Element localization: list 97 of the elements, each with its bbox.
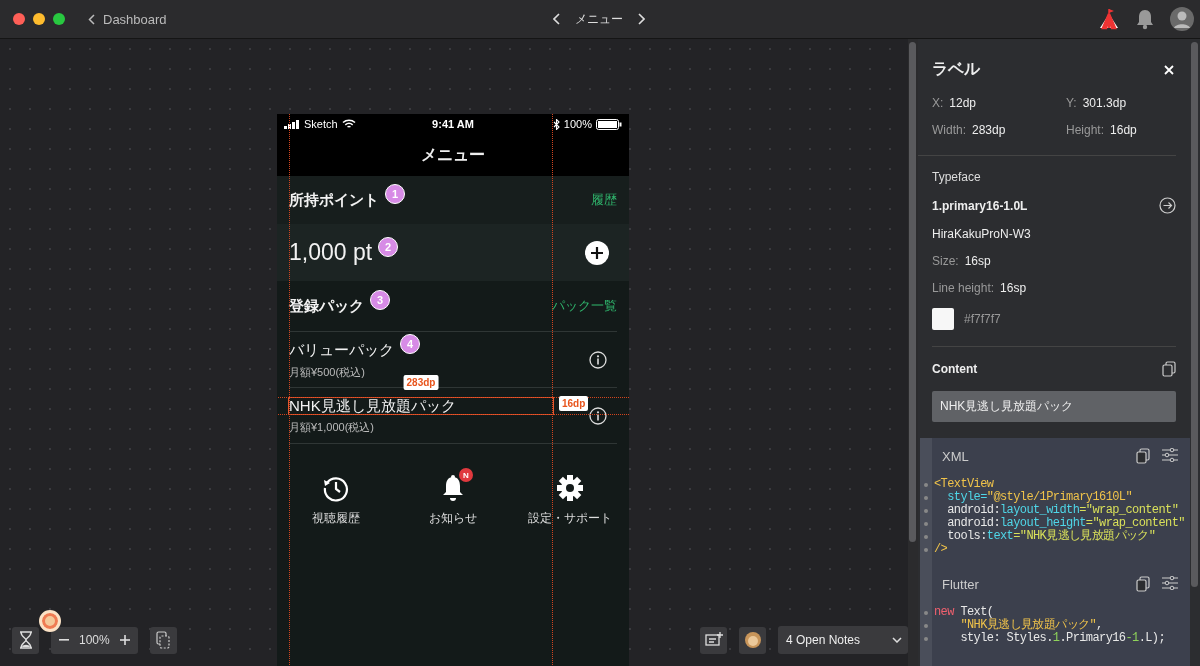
step-marker: 3 [370,290,390,310]
section-link[interactable]: パック一覧 [552,297,617,315]
avatar-button[interactable] [739,626,766,654]
tent-icon[interactable] [1098,8,1120,30]
zoom-window-button[interactable] [53,13,65,25]
close-icon[interactable] [1164,64,1174,75]
code-line: style: Styles.1.Primary16-1.L); [959,632,1166,645]
settings-icon[interactable] [556,474,585,502]
signal-icon [284,119,300,129]
panel-title: ラベル [932,59,980,79]
property-label: Height: [1066,123,1105,137]
bell-icon[interactable] [441,474,465,502]
content-field[interactable]: NHK見逃し見放題パック [932,391,1176,422]
code-line: <TextView [934,478,994,491]
code-line: tools:text="NHK見逃し見放題パック" [947,530,1156,543]
step-marker: 2 [378,236,399,257]
scrollbar-thumb[interactable] [909,42,916,542]
wifi-icon [341,119,356,129]
code-line: style="@style/1Primary1610L" [946,491,1133,504]
code-line: new Text( [934,606,994,619]
record-badge-icon [39,610,61,632]
font-name: HiraKakuProN-W3 [932,227,1032,241]
minimize-window-button[interactable] [33,13,45,25]
info-icon[interactable] [589,406,607,425]
color-swatch [932,308,954,330]
property-value: 16sp [964,254,991,268]
next-icon[interactable] [637,13,645,25]
pack-price: 月額¥500(税込) [289,364,366,380]
hourglass-icon [18,631,33,649]
timer-button[interactable] [12,626,39,654]
code-line: android:layout_height="wrap_content" [946,517,1185,530]
code-line: "NHK見逃し見放題パック", [959,619,1103,632]
back-link[interactable]: Dashboard [88,11,167,27]
close-window-button[interactable] [13,13,25,25]
notes-dropdown[interactable]: 4 Open Notes [778,626,908,654]
copy-icon [156,631,171,649]
property-label: X: [932,96,944,110]
section-title: 登録パック [289,296,364,316]
property-value: 16dp [1110,123,1137,137]
clock-icon[interactable] [321,474,350,502]
screen-title: メニュー [575,10,623,28]
code-heading: XML [942,448,969,464]
code-line: android:layout_width="wrap_content" [946,504,1179,517]
step-marker: 4 [400,333,420,354]
tab-label[interactable]: 設定・サポート [528,510,613,527]
battery-percent: 100% [563,118,592,130]
property-value: 301.3dp [1082,96,1127,110]
property-value: 16sp [1000,281,1027,295]
back-chevron-icon [88,13,95,25]
property-label: Y: [1066,96,1077,110]
section-link[interactable]: 履歴 [591,191,617,209]
zoom-level: 100% [79,633,110,647]
code-heading: Flutter [942,576,979,592]
width-label: 283dp [403,374,439,390]
tab-label[interactable]: お知らせ [429,510,477,527]
property-label: Width: [932,123,966,137]
status-time: 9:41 AM [432,118,474,130]
property-label: Size: [932,254,959,268]
section-heading: Typeface [932,170,982,184]
pack-price: 月額¥1,000(税込) [289,419,375,435]
settings-sliders-icon[interactable] [1162,576,1178,592]
chevron-down-icon [892,637,902,643]
arrow-circle-icon[interactable] [1159,197,1176,214]
avatar-icon[interactable] [1170,7,1194,31]
info-icon[interactable] [589,350,607,369]
add-icon[interactable] [585,240,609,265]
property-value: 12dp [949,96,977,110]
add-note-button[interactable] [700,626,727,654]
code-line: /> [934,543,948,556]
carrier-name: Sketch [304,118,338,130]
text-style-name: 1.primary16-1.0L [932,198,1028,213]
height-label: 16dp [559,395,589,411]
section-heading: Content [932,362,978,376]
pack-name: NHK見逃し見放題パック [289,397,553,414]
pack-name: バリューパック [289,341,394,358]
copy-icon[interactable] [1136,576,1150,592]
property-value: 283dp [972,123,1006,137]
property-label: Line height: [932,281,995,295]
section-title: 所持ポイント [289,190,379,210]
bluetooth-icon [552,118,560,130]
notification-badge: N [459,468,473,482]
scrollbar-thumb[interactable] [1191,42,1198,587]
copy-button[interactable] [149,626,177,654]
copy-icon[interactable] [1162,361,1176,377]
battery-icon [596,118,622,130]
points-value: 1,000 pt [289,239,373,266]
tab-label[interactable]: 視聴履歴 [311,510,360,527]
copy-icon[interactable] [1136,448,1150,464]
settings-sliders-icon[interactable] [1162,448,1178,464]
minus-icon [59,639,69,641]
plus-icon [119,635,130,645]
previous-icon[interactable] [553,13,561,25]
nav-title: メニュー [421,144,485,165]
avatar-icon [743,631,762,649]
color-hex: #f7f7f7 [964,312,1001,326]
step-marker: 1 [385,184,405,204]
note-add-icon [704,632,723,648]
